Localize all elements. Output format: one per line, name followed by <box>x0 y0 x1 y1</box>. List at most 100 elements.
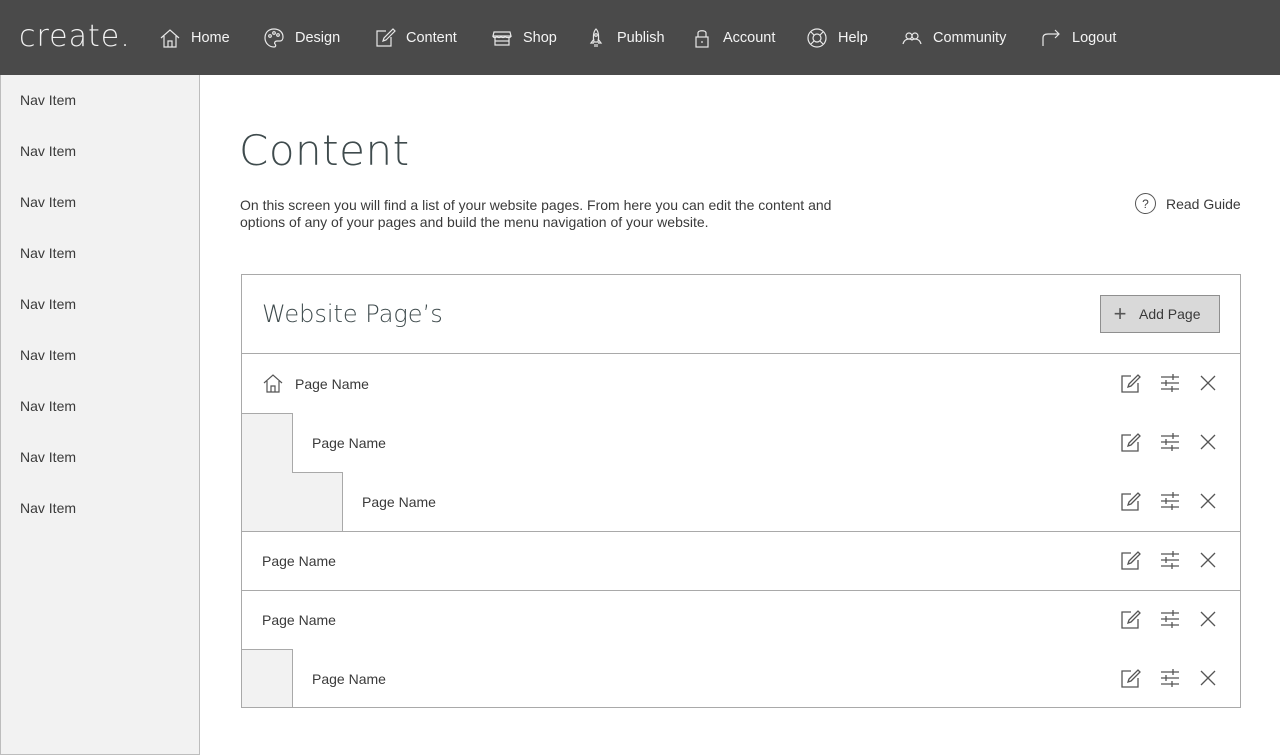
delete-x-button[interactable] <box>1197 431 1219 453</box>
settings-sliders-icon <box>1161 610 1179 628</box>
add-page-button[interactable]: + Add Page <box>1100 295 1220 333</box>
edit-icon <box>1121 492 1141 511</box>
page-row: Page Name <box>292 649 1240 708</box>
nav-community[interactable]: Community <box>901 24 1006 52</box>
page-name[interactable]: Page Name <box>362 494 436 510</box>
website-pages-panel: Website Page’s + Add Page Page Name Page… <box>241 274 1241 708</box>
people-icon <box>902 32 922 45</box>
indent-area <box>242 472 342 531</box>
page-name[interactable]: Page Name <box>262 612 336 628</box>
nav-account-label: Account <box>723 30 776 46</box>
sidebar-item[interactable]: Nav Item <box>20 296 76 312</box>
page-row: Page Name <box>242 590 1240 649</box>
plus-icon: + <box>1113 301 1127 326</box>
sidebar-item[interactable]: Nav Item <box>20 398 76 414</box>
edit-button[interactable] <box>1119 490 1141 512</box>
settings-sliders-icon <box>1161 492 1179 510</box>
delete-x-button[interactable] <box>1197 490 1219 512</box>
palette-icon <box>264 28 284 48</box>
lock-icon <box>695 30 709 48</box>
settings-sliders-icon <box>1161 551 1179 569</box>
nav-home[interactable]: Home <box>159 24 230 52</box>
edit-icon <box>1121 374 1141 393</box>
nav-design[interactable]: Design <box>263 24 340 52</box>
delete-x-button[interactable] <box>1197 372 1219 394</box>
delete-x-icon <box>1200 375 1216 391</box>
sidebar-item[interactable]: Nav Item <box>20 449 76 465</box>
panel-header: Website Page’s + Add Page <box>242 275 1240 354</box>
top-navigation-bar: create. Home Design Content Shop Publish… <box>0 0 1280 75</box>
nav-publish[interactable]: Publish <box>585 24 665 52</box>
sidebar: Nav Item Nav Item Nav Item Nav Item Nav … <box>0 75 200 755</box>
logo[interactable]: create. <box>19 20 131 54</box>
nav-logout[interactable]: Logout <box>1040 24 1116 52</box>
panel-title: Website Page’s <box>262 300 443 328</box>
sidebar-item[interactable]: Nav Item <box>20 245 76 261</box>
settings-sliders-button[interactable] <box>1159 667 1181 689</box>
edit-icon <box>1121 551 1141 570</box>
page-name[interactable]: Page Name <box>312 435 386 451</box>
intro-text: On this screen you will find a list of y… <box>240 197 832 230</box>
nav-help-label: Help <box>838 30 868 46</box>
lifebuoy-icon <box>807 28 827 48</box>
edit-button[interactable] <box>1119 431 1141 453</box>
nav-help[interactable]: Help <box>806 24 868 52</box>
settings-sliders-icon <box>1161 374 1179 392</box>
home-icon <box>263 374 283 393</box>
read-guide-link[interactable]: ? Read Guide <box>1135 193 1241 214</box>
delete-x-button[interactable] <box>1197 549 1219 571</box>
page-row: Page Name <box>292 413 1240 472</box>
delete-x-icon <box>1200 670 1216 686</box>
nav-publish-label: Publish <box>617 30 665 46</box>
settings-sliders-button[interactable] <box>1159 608 1181 630</box>
settings-sliders-button[interactable] <box>1159 490 1181 512</box>
sidebar-item[interactable]: Nav Item <box>20 143 76 159</box>
settings-sliders-button[interactable] <box>1159 431 1181 453</box>
nav-account[interactable]: Account <box>691 24 775 52</box>
home-icon <box>160 29 180 48</box>
nav-community-label: Community <box>933 30 1007 46</box>
page-name[interactable]: Page Name <box>312 671 386 687</box>
nav-design-label: Design <box>295 30 341 46</box>
add-page-label: Add Page <box>1139 306 1201 322</box>
edit-icon <box>1121 610 1141 629</box>
edit-icon <box>376 28 396 47</box>
page-title: Content <box>239 126 410 175</box>
nav-shop[interactable]: Shop <box>491 24 557 52</box>
settings-sliders-button[interactable] <box>1159 549 1181 571</box>
settings-sliders-button[interactable] <box>1159 372 1181 394</box>
nav-logout-label: Logout <box>1072 30 1117 46</box>
nav-home-label: Home <box>191 30 230 46</box>
indent-area <box>242 649 292 707</box>
read-guide-label: Read Guide <box>1166 195 1241 212</box>
edit-button[interactable] <box>1119 372 1141 394</box>
sidebar-item[interactable]: Nav Item <box>20 92 76 108</box>
store-icon <box>492 31 512 46</box>
page-name[interactable]: Page Name <box>262 553 336 569</box>
edit-icon <box>1121 433 1141 452</box>
delete-x-icon <box>1200 552 1216 568</box>
page-name[interactable]: Page Name <box>295 376 369 392</box>
delete-x-icon <box>1200 493 1216 509</box>
delete-x-button[interactable] <box>1197 667 1219 689</box>
page-row: Page Name <box>242 531 1240 590</box>
question-icon: ? <box>1135 193 1156 214</box>
delete-x-button[interactable] <box>1197 608 1219 630</box>
sidebar-item[interactable]: Nav Item <box>20 347 76 363</box>
edit-button[interactable] <box>1119 549 1141 571</box>
page-row: Page Name <box>342 472 1240 531</box>
edit-button[interactable] <box>1119 608 1141 630</box>
nav-content-label: Content <box>406 30 457 46</box>
rocket-icon <box>589 28 603 47</box>
edit-icon <box>1121 669 1141 688</box>
edit-button[interactable] <box>1119 667 1141 689</box>
sidebar-item[interactable]: Nav Item <box>20 194 76 210</box>
delete-x-icon <box>1200 434 1216 450</box>
sidebar-item[interactable]: Nav Item <box>20 500 76 516</box>
settings-sliders-icon <box>1161 433 1179 451</box>
settings-sliders-icon <box>1161 669 1179 687</box>
delete-x-icon <box>1200 611 1216 627</box>
nav-content[interactable]: Content <box>374 24 457 52</box>
page-row: Page Name <box>242 354 1240 413</box>
exit-arrow-icon <box>1042 29 1060 46</box>
